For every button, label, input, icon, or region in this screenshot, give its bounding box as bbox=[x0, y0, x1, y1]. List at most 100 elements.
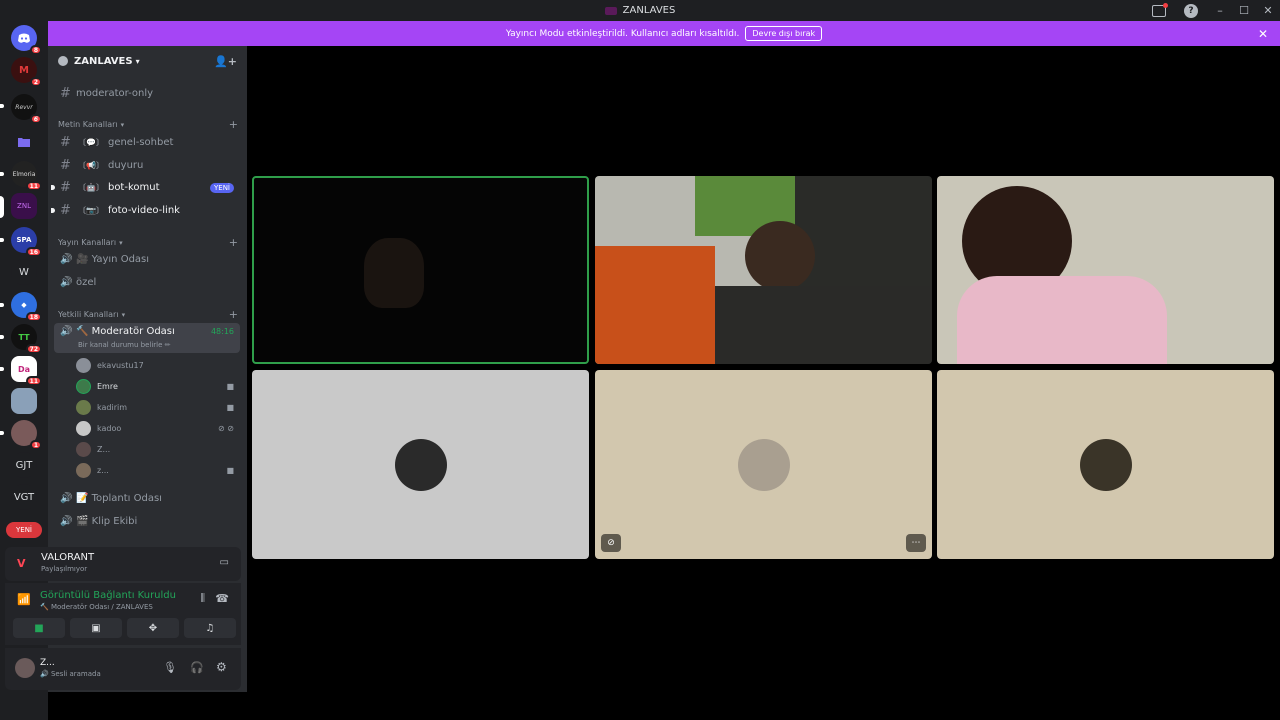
server-icon-7[interactable]: SPA 16 bbox=[11, 227, 42, 257]
channel-label: özel bbox=[76, 277, 97, 288]
channel-genel-sohbet[interactable]: # 〔💬〕 genel-sohbet bbox=[54, 132, 240, 153]
new-unreads-pill[interactable]: YENİ bbox=[6, 522, 42, 538]
unread-indicator bbox=[0, 367, 4, 371]
server-icon-10[interactable]: TT 72 bbox=[11, 324, 42, 354]
channel-label: 🎬 Klip Ekibi bbox=[76, 516, 138, 527]
channel-label: 🔨 Moderatör Odası bbox=[76, 326, 175, 337]
valorant-icon: V bbox=[17, 557, 26, 570]
server-icon-11[interactable]: Da 11 bbox=[11, 356, 42, 386]
direct-messages-icon[interactable]: 8 bbox=[11, 25, 42, 55]
voice-member[interactable]: ekavustu17 bbox=[76, 356, 240, 374]
headphones-icon[interactable]: 🎧 bbox=[190, 661, 204, 674]
screen-share-button[interactable]: ▣ bbox=[70, 618, 122, 638]
server-icon-m[interactable]: M 2 bbox=[11, 57, 42, 87]
create-channel-icon[interactable]: + bbox=[229, 236, 238, 249]
video-tile[interactable] bbox=[937, 176, 1274, 364]
voice-member[interactable]: Emre ■ bbox=[76, 377, 240, 395]
unread-indicator bbox=[0, 303, 4, 307]
avatar-tile[interactable] bbox=[252, 370, 589, 559]
voice-channel-klip-ekibi[interactable]: 🔊 🎬 Klip Ekibi bbox=[54, 511, 240, 532]
unread-indicator bbox=[51, 185, 55, 190]
channel-foto-video-link[interactable]: # 〔📷〕 foto-video-link bbox=[51, 200, 240, 221]
maximize-button[interactable]: ☐ bbox=[1232, 4, 1256, 17]
share-screen-icon[interactable]: ▭ bbox=[220, 557, 229, 568]
chevron-down-icon: ▾ bbox=[135, 56, 140, 66]
help-icon[interactable]: ? bbox=[1184, 3, 1198, 18]
channel-duyuru[interactable]: # 〔📢〕 duyuru bbox=[54, 155, 240, 176]
category-stream-channels[interactable]: Yayın Kanalları ▾ + bbox=[58, 236, 238, 249]
user-avatar[interactable] bbox=[15, 658, 35, 678]
username: Z... bbox=[40, 658, 55, 668]
create-channel-icon[interactable]: + bbox=[229, 308, 238, 321]
voice-channel-toplanti-odasi[interactable]: 🔊 📝 Toplantı Odası bbox=[54, 488, 240, 509]
create-channel-icon[interactable]: + bbox=[229, 118, 238, 131]
voice-connection-panel: 📶 Görüntülü Bağlantı Kuruldu 🔨 Moderatör… bbox=[5, 583, 241, 645]
unread-indicator bbox=[0, 335, 4, 339]
banner-text: Yayıncı Modu etkinleştirildi. Kullanıcı … bbox=[505, 28, 740, 39]
channel-moderator-only[interactable]: # moderator-only bbox=[54, 83, 240, 104]
unread-badge: 1 bbox=[29, 440, 42, 450]
disconnect-icon[interactable]: ☎ bbox=[215, 592, 229, 605]
camera-toggle-button[interactable]: ■ bbox=[13, 618, 65, 638]
unread-indicator bbox=[0, 172, 4, 176]
new-badge: YENİ bbox=[210, 182, 234, 193]
soundboard-button[interactable]: ♫ bbox=[184, 618, 236, 638]
unread-badge: 16 bbox=[25, 247, 42, 257]
voice-channel-path[interactable]: 🔨 Moderatör Odası / ZANLAVES bbox=[40, 603, 153, 611]
channel-label: foto-video-link bbox=[107, 205, 180, 216]
voice-channel-yayin-odasi[interactable]: 🔊 🎥 Yayın Odası bbox=[54, 249, 240, 270]
voice-connection-status[interactable]: Görüntülü Bağlantı Kuruldu bbox=[40, 590, 176, 601]
invite-people-icon[interactable]: 👤+ bbox=[214, 55, 237, 68]
unread-badge: 6 bbox=[29, 114, 42, 124]
avatar-tile[interactable]: ⊘ ⋯ bbox=[595, 370, 932, 559]
avatar bbox=[76, 357, 91, 373]
banner-close-icon[interactable]: ✕ bbox=[1258, 27, 1268, 41]
user-status: 🔊 Sesli aramada bbox=[40, 670, 101, 678]
unread-badge: 8 bbox=[29, 45, 42, 55]
activities-button[interactable]: ✥ bbox=[127, 618, 179, 638]
category-staff-channels[interactable]: Yetkili Kanalları ▾ + bbox=[58, 308, 238, 321]
unread-badge: 11 bbox=[25, 376, 42, 386]
close-window-button[interactable]: ✕ bbox=[1256, 4, 1280, 17]
server-icon-vgt[interactable]: VGT bbox=[11, 484, 37, 510]
server-icon-zanlaves[interactable]: ZNL bbox=[11, 193, 37, 219]
noise-suppression-icon[interactable]: ⫼ bbox=[200, 593, 205, 604]
voice-member[interactable]: kadoo ⊘ ⊘ bbox=[76, 419, 240, 437]
minimize-button[interactable]: – bbox=[1208, 4, 1232, 17]
voice-member[interactable]: kadirim ■ bbox=[76, 398, 240, 416]
more-options-icon[interactable]: ⋯ bbox=[906, 534, 926, 552]
server-icon-13[interactable]: 1 bbox=[11, 420, 42, 450]
settings-gear-icon[interactable]: ⚙ bbox=[216, 660, 227, 674]
voice-channel-ozel[interactable]: 🔊 özel bbox=[54, 272, 240, 293]
voice-member[interactable]: Z... bbox=[76, 440, 240, 458]
server-icon-w[interactable]: W bbox=[11, 259, 37, 285]
server-icon-12[interactable] bbox=[11, 388, 37, 414]
server-icon-9[interactable]: ◆ 18 bbox=[11, 292, 42, 322]
voice-channel-moderator-odasi[interactable]: 🔊 🔨 Moderatör Odası 48:16 Bir kanal duru… bbox=[54, 323, 240, 353]
channel-bot-komut[interactable]: # 〔🤖〕 bot-komut YENİ bbox=[51, 177, 240, 198]
member-name: Emre bbox=[97, 381, 118, 391]
inbox-icon[interactable] bbox=[1152, 2, 1168, 17]
user-panel: Z... 🔊 Sesli aramada 🎙 🎧 ⚙ bbox=[5, 648, 241, 690]
server-badge-icon bbox=[58, 56, 68, 66]
avatar-tile[interactable] bbox=[937, 370, 1274, 559]
video-tile[interactable] bbox=[595, 176, 932, 364]
speaker-icon: 🔊 bbox=[60, 254, 73, 265]
disable-streamer-mode-button[interactable]: Devre dışı bırak bbox=[745, 26, 823, 41]
set-channel-status[interactable]: Bir kanal durumu belirle ✏ bbox=[78, 341, 171, 349]
camera-off-icon[interactable]: ⊘ bbox=[601, 534, 621, 552]
server-header[interactable]: ZANLAVES ▾ 👤+ bbox=[48, 46, 247, 76]
microphone-icon[interactable]: 🎙 bbox=[163, 661, 177, 674]
voice-member[interactable]: z... ■ bbox=[76, 461, 240, 479]
avatar bbox=[76, 378, 91, 394]
camera-icon: ■ bbox=[226, 402, 234, 412]
video-tile-speaking[interactable] bbox=[252, 176, 589, 364]
server-icon-gjt[interactable]: GJT bbox=[11, 452, 37, 478]
server-icon-5[interactable]: Elmoria 11 bbox=[11, 161, 42, 191]
server-icon-3[interactable]: Revvr 6 bbox=[11, 94, 42, 124]
folder-icon[interactable] bbox=[11, 129, 37, 155]
camera-icon: ■ bbox=[226, 381, 234, 391]
category-text-channels[interactable]: Metin Kanalları ▾ + bbox=[58, 118, 238, 131]
member-name: kadirim bbox=[97, 402, 127, 412]
category-label: Metin Kanalları bbox=[58, 120, 118, 129]
